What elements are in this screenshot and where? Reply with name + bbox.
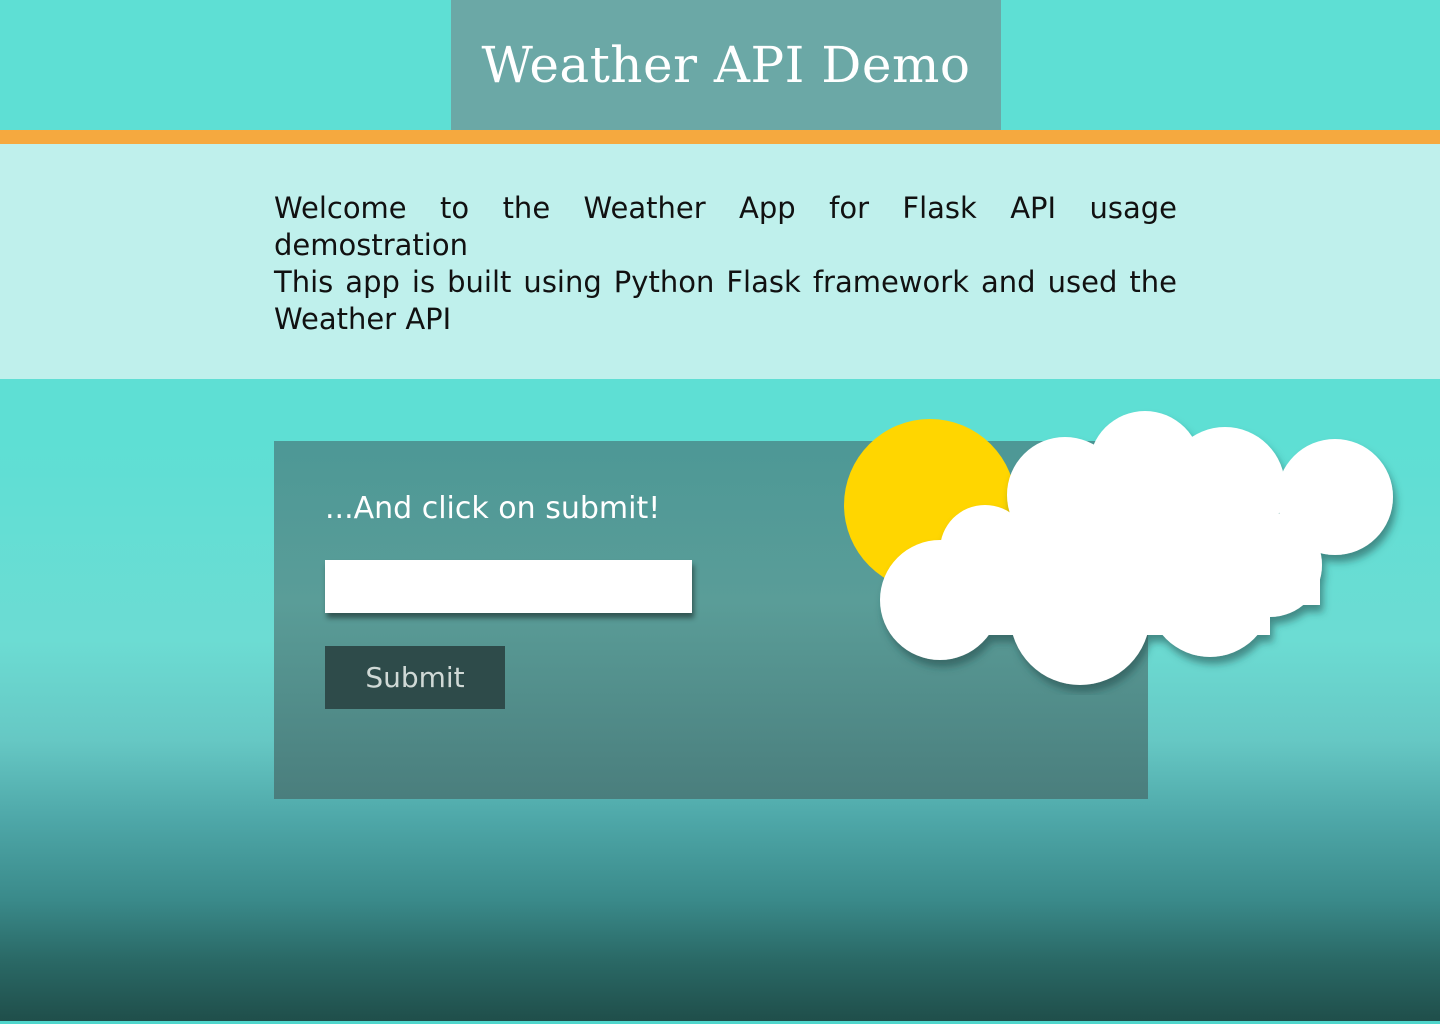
sun-behind-cloud-icon	[844, 411, 1393, 685]
submit-button[interactable]: Submit	[325, 646, 505, 709]
accent-divider	[0, 130, 1440, 144]
city-input[interactable]	[325, 560, 692, 613]
page-title: Weather API Demo	[481, 36, 971, 94]
intro-description: This app is built using Python Flask fra…	[274, 265, 1177, 336]
intro-text: Welcome to the Weather App for Flask API…	[274, 190, 1177, 338]
form-prompt: ...And click on submit!	[325, 491, 661, 526]
intro-welcome: Welcome to the Weather App for Flask API…	[274, 191, 1177, 262]
title-box: Weather API Demo	[451, 0, 1001, 130]
